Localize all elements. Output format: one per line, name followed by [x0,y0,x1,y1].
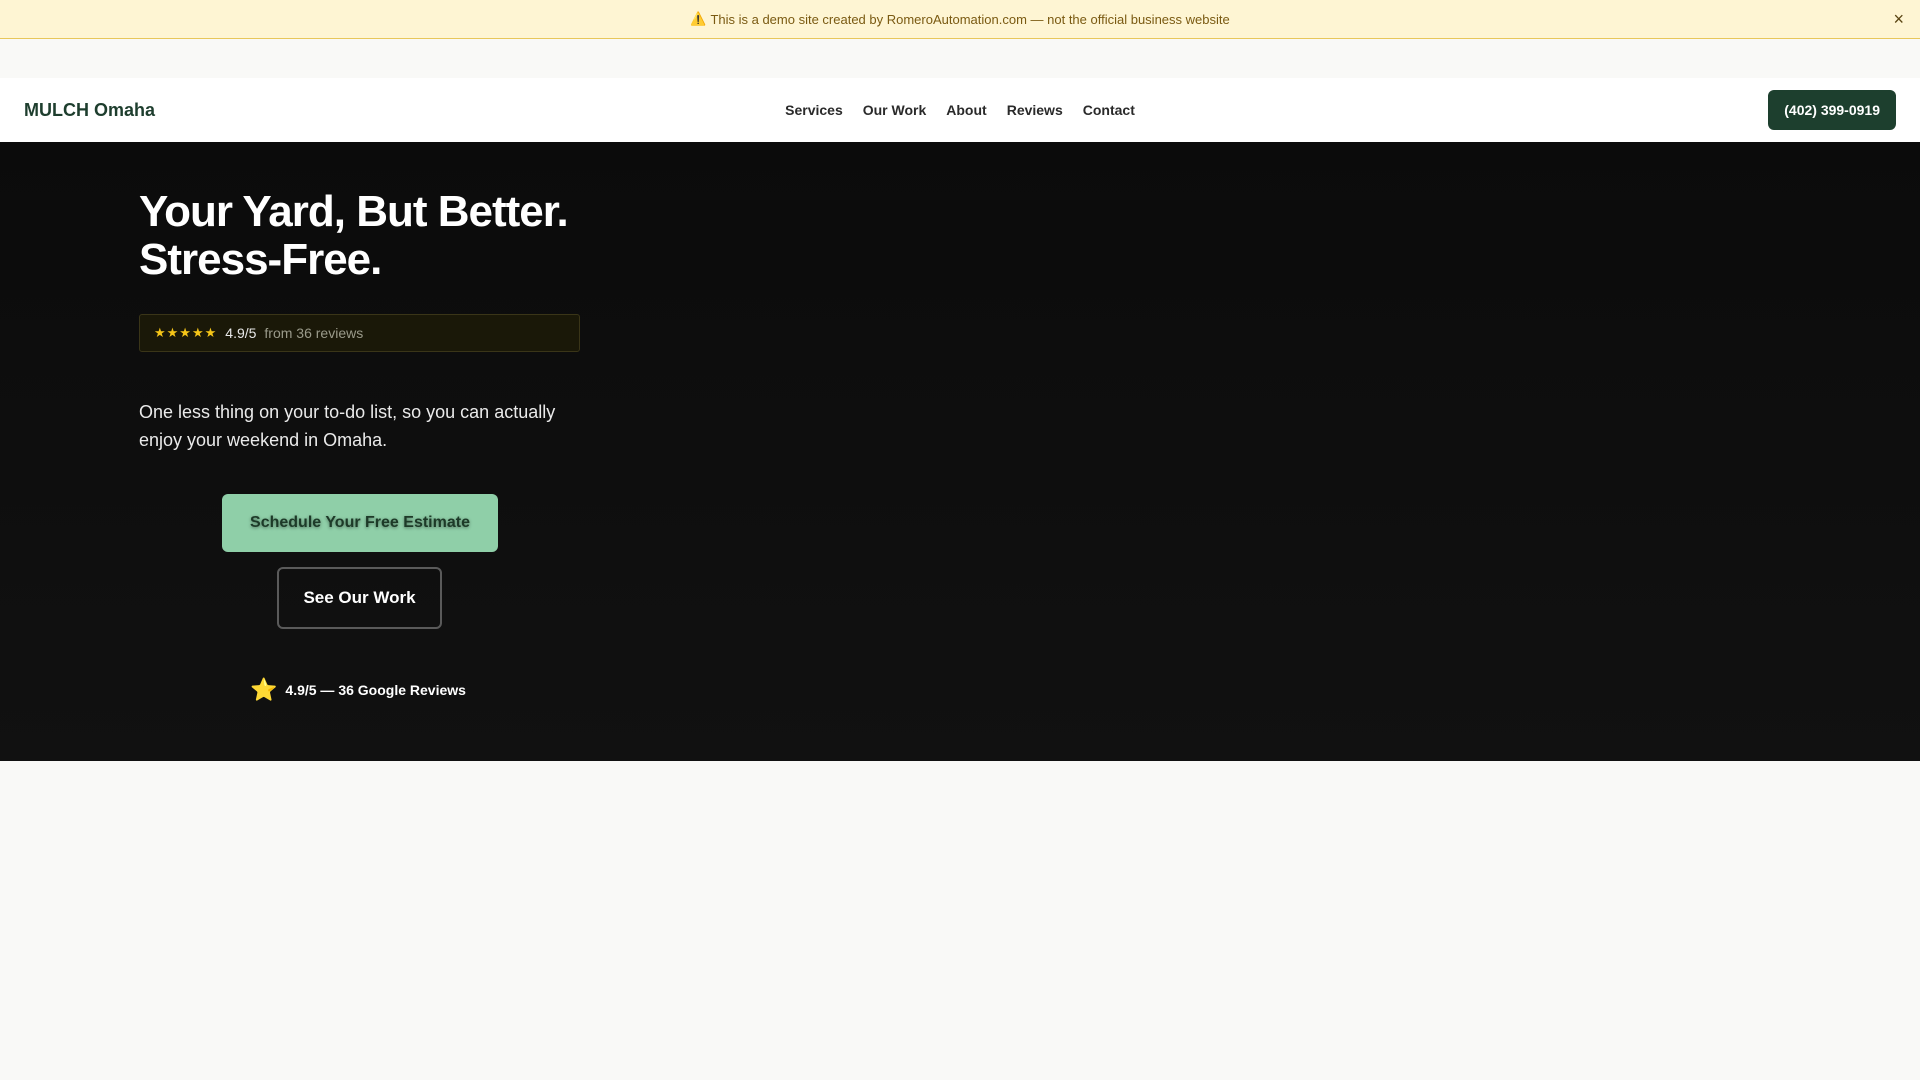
warning-icon: ⚠️ [690,11,707,26]
nav-services[interactable]: Services [785,102,843,118]
demo-banner: ⚠️ This is a demo site created by Romero… [0,0,1920,39]
site-header: MULCH Omaha Services Our Work About Revi… [0,78,1920,142]
hero-subtitle: One less thing on your to-do list, so yo… [139,402,556,450]
nav-about[interactable]: About [946,102,986,118]
stars-icon: ★★★★★ [154,325,218,340]
google-rating-text: 4.9/5 — 36 Google Reviews [285,682,466,698]
close-icon[interactable]: × [1893,10,1904,28]
rating-score: 4.9/5 [225,325,257,341]
demo-banner-text: This is a demo site created by RomeroAut… [710,11,1230,27]
rating-summary: ★★★★★ 4.9/5 from 36 reviews [139,314,580,352]
nav-contact[interactable]: Contact [1083,102,1135,118]
schedule-estimate-button[interactable]: Schedule Your Free Estimate [222,494,498,552]
site-logo[interactable]: MULCH Omaha [24,100,155,121]
google-rating: ⭐ 4.9/5 — 36 Google Reviews [250,679,466,701]
nav-reviews[interactable]: Reviews [1007,102,1063,118]
hero-section: Your Yard, But Better. Stress-Free. ★★★★… [0,142,1920,761]
rating-count: from 36 reviews [264,325,364,341]
phone-button[interactable]: (402) 399-0919 [1768,90,1896,130]
hero-title: Your Yard, But Better. Stress-Free. [139,187,569,284]
see-our-work-button[interactable]: See Our Work [277,567,442,629]
star-icon: ⭐ [250,677,278,702]
nav-our-work[interactable]: Our Work [863,102,927,118]
main-nav: Services Our Work About Reviews Contact [785,102,1135,118]
